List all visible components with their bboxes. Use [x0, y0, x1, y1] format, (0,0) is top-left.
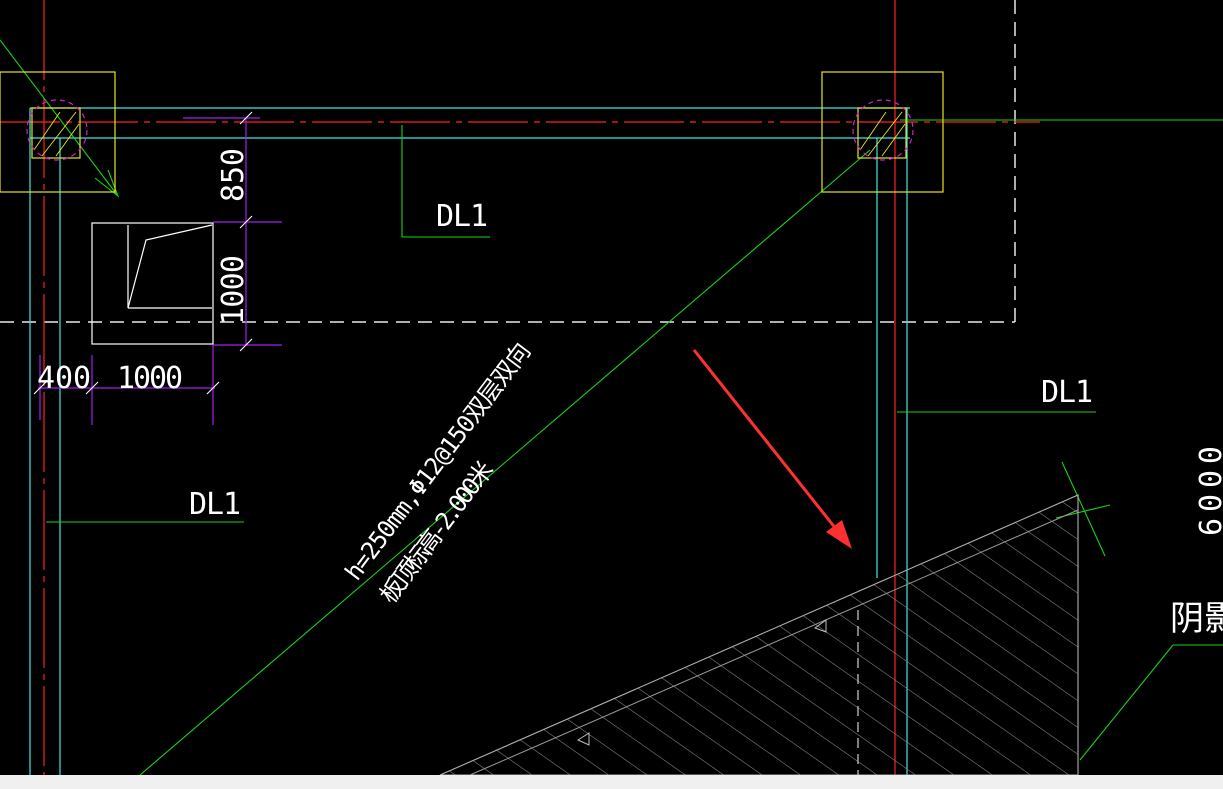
beam-label-top: DL1 — [436, 199, 488, 234]
dim-label-1000-horizontal: 1000 — [117, 361, 183, 396]
dim-label-1000-vertical: 1000 — [216, 255, 251, 325]
shade-label: 阴影 — [1170, 599, 1223, 639]
beam-label-right: DL1 — [1041, 375, 1093, 410]
dim-label-850: 850 — [216, 148, 251, 202]
cad-drawing-canvas[interactable]: DL1 DL1 DL1 850 1000 400 1000 6000 h=250… — [0, 0, 1223, 775]
beam-label-left: DL1 — [189, 487, 241, 522]
status-bar — [0, 775, 1223, 789]
dim-label-400: 400 — [37, 361, 91, 396]
